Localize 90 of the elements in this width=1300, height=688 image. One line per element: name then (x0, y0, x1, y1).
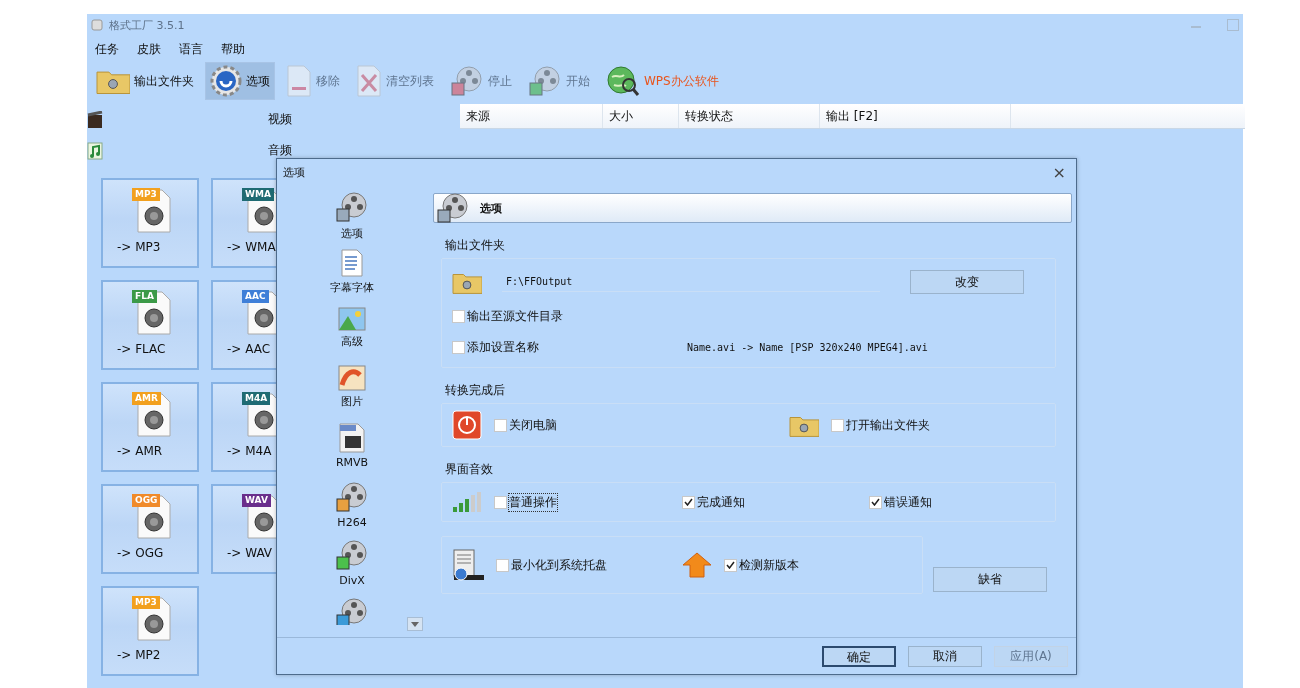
checkbox[interactable]: 输出至源文件目录 (452, 308, 563, 325)
format-badge: AMR (132, 392, 161, 405)
reel-icon (436, 192, 470, 224)
path-field[interactable]: F:\FFOutput (502, 272, 880, 292)
menu-item[interactable]: 语言 (179, 40, 203, 58)
check-icon (683, 498, 693, 506)
format-badge: OGG (132, 494, 161, 507)
checkbox[interactable]: 关闭电脑 (494, 416, 557, 434)
globe-icon (606, 65, 640, 97)
nav-item[interactable]: H264 (335, 481, 369, 539)
section-header: 选项 (433, 193, 1072, 223)
format-badge: WMA (242, 188, 274, 201)
clapperboard-icon (87, 110, 103, 129)
toolbar-button[interactable]: 选项 (205, 62, 275, 100)
check-icon (726, 561, 735, 569)
section-title: 输出文件夹 (445, 237, 506, 254)
category-tab[interactable]: 视频 (268, 111, 460, 128)
format-badge: MP3 (132, 596, 160, 609)
up-arrow-icon (682, 552, 712, 578)
music-note-icon (87, 141, 103, 160)
format-tile[interactable]: AMR -> AMR (101, 382, 199, 472)
checkbox[interactable]: 检测新版本 (724, 556, 799, 574)
checkbox[interactable]: 普通操作 (494, 493, 557, 511)
format-tile[interactable]: FLA -> FLAC (101, 280, 199, 370)
section-title: 界面音效 (445, 461, 494, 478)
clapperboard-icon (338, 423, 366, 453)
category-tab[interactable]: 音频 (268, 142, 460, 159)
format-badge: M4A (242, 392, 271, 405)
window-title: 格式工厂 3.5.1 (109, 17, 185, 33)
default-button[interactable]: 缺省 (933, 566, 1047, 592)
tile-label: -> WAV (227, 546, 273, 560)
column-header[interactable]: 输出 [F2] (820, 104, 1011, 128)
nav-item[interactable]: 字幕字体 (330, 249, 374, 307)
menu-item[interactable]: 帮助 (221, 40, 245, 58)
format-tile[interactable]: MP3 -> MP3 (101, 178, 199, 268)
scroll-down-button[interactable] (407, 617, 423, 631)
column-header[interactable]: 来源 (460, 104, 603, 128)
tile-label: -> MP3 (117, 240, 161, 254)
menu-item[interactable]: 任务 (95, 40, 119, 58)
tile-label: -> WMA (227, 240, 276, 254)
checkbox[interactable]: 打开输出文件夹 (830, 416, 930, 434)
film-reel-icon (335, 597, 369, 625)
nav-item[interactable]: 图片 (338, 365, 366, 423)
dialog-title: 选项 (283, 164, 305, 180)
film-reel-icon (335, 539, 369, 571)
maximize-button[interactable] (1227, 19, 1239, 31)
nav-item[interactable]: RMVB (335, 423, 369, 481)
format-badge: WAV (242, 494, 271, 507)
format-badge: AAC (242, 290, 269, 303)
picture-icon (338, 365, 366, 391)
volume-bars-icon (452, 491, 482, 513)
tile-label: -> AMR (117, 444, 163, 458)
tile-label: -> MP2 (117, 648, 161, 662)
menu-item[interactable]: 皮肤 (137, 40, 161, 58)
format-badge: FLA (132, 290, 157, 303)
gear-icon (210, 65, 242, 97)
nav-item[interactable]: 选项 (335, 191, 369, 249)
dialog-button[interactable]: 取消 (908, 645, 982, 667)
clear-list-icon (356, 65, 382, 97)
change-button[interactable]: 改变 (910, 270, 1024, 294)
window-list-icon (452, 549, 484, 581)
tile-label: -> AAC (227, 342, 271, 356)
tile-label: -> FLAC (117, 342, 166, 356)
toolbar-button[interactable]: 输出文件夹 (91, 62, 199, 100)
reel-icon (335, 191, 369, 223)
format-tile[interactable]: OGG -> OGG (101, 484, 199, 574)
caret-down-icon (411, 621, 419, 627)
app-icon (91, 19, 103, 31)
document-icon (286, 65, 312, 97)
column-header[interactable]: 转换状态 (679, 104, 820, 128)
checkbox[interactable]: 最小化到系统托盘 (496, 556, 607, 574)
tile-label: -> OGG (117, 546, 164, 560)
section-title: 转换完成后 (445, 382, 506, 399)
example-text: Name.avi -> Name [PSP 320x240 MPEG4].avi (687, 342, 928, 353)
nav-item[interactable]: 高级 (338, 307, 366, 365)
landscape-icon (338, 307, 366, 331)
checkbox[interactable]: 错误通知 (869, 493, 933, 511)
power-icon (452, 410, 482, 440)
checkbox[interactable]: 完成通知 (681, 493, 745, 511)
tile-label: -> M4A (227, 444, 272, 458)
format-badge: MP3 (132, 188, 160, 201)
format-tile[interactable]: MP3 -> MP2 (101, 586, 199, 676)
check-icon (871, 498, 881, 506)
document-icon (340, 249, 364, 277)
nav-item[interactable]: DivX (335, 539, 369, 597)
checkbox[interactable]: 添加设置名称 (452, 339, 539, 356)
film-reel-icon (335, 481, 369, 513)
dialog-button[interactable]: 确定 (822, 645, 896, 667)
close-button[interactable]: × (1048, 162, 1070, 182)
column-header[interactable]: 大小 (603, 104, 679, 128)
